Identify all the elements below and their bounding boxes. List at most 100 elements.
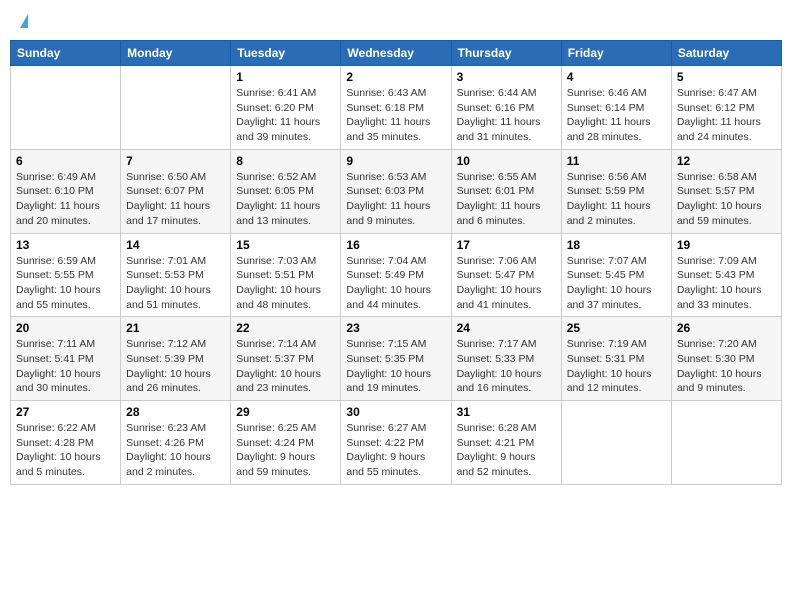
calendar-week-row: 27 Sunrise: 6:22 AM Sunset: 4:28 PM Dayli…: [11, 401, 782, 485]
calendar-cell: [121, 66, 231, 150]
calendar-cell: 26Sunrise: 7:20 AM Sunset: 5:30 PM Dayli…: [671, 317, 781, 401]
day-info: Sunrise: 6:25 AM Sunset: 4:24 PM Dayligh…: [236, 421, 335, 480]
day-number: 3: [457, 70, 556, 84]
day-number: 31: [457, 405, 556, 419]
day-info: Sunrise: 6:44 AM Sunset: 6:16 PM Dayligh…: [457, 86, 556, 145]
calendar-cell: 28 Sunrise: 6:23 AM Sunset: 4:26 PM Dayli…: [121, 401, 231, 485]
day-number: 27: [16, 405, 115, 419]
day-number: 29: [236, 405, 335, 419]
calendar-cell: 23 Sunrise: 7:15 AM Sunset: 5:35 PM Dayli…: [341, 317, 451, 401]
calendar-cell: 5 Sunrise: 6:47 AM Sunset: 6:12 PM Daylig…: [671, 66, 781, 150]
page-header: [10, 10, 782, 32]
day-info: Sunrise: 6:58 AM Sunset: 5:57 PM Dayligh…: [677, 170, 776, 229]
day-info: Sunrise: 6:50 AM Sunset: 6:07 PM Dayligh…: [126, 170, 225, 229]
day-info: Sunrise: 7:07 AM Sunset: 5:45 PM Dayligh…: [567, 254, 666, 313]
day-info: Sunrise: 6:22 AM Sunset: 4:28 PM Dayligh…: [16, 421, 115, 480]
day-number: 24: [457, 321, 556, 335]
day-info: Sunrise: 7:06 AM Sunset: 5:47 PM Dayligh…: [457, 254, 556, 313]
weekday-header: Saturday: [671, 41, 781, 66]
calendar-cell: 24 Sunrise: 7:17 AM Sunset: 5:33 PM Dayli…: [451, 317, 561, 401]
calendar-cell: 25 Sunrise: 7:19 AM Sunset: 5:31 PM Dayli…: [561, 317, 671, 401]
day-info: Sunrise: 7:15 AM Sunset: 5:35 PM Dayligh…: [346, 337, 445, 396]
day-number: 21: [126, 321, 225, 335]
day-info: Sunrise: 7:03 AM Sunset: 5:51 PM Dayligh…: [236, 254, 335, 313]
day-number: 28: [126, 405, 225, 419]
logo-icon: [20, 14, 28, 28]
calendar-week-row: 20 Sunrise: 7:11 AM Sunset: 5:41 PM Dayli…: [11, 317, 782, 401]
calendar-cell: 4 Sunrise: 6:46 AM Sunset: 6:14 PM Daylig…: [561, 66, 671, 150]
day-number: 8: [236, 154, 335, 168]
day-number: 13: [16, 238, 115, 252]
day-number: 16: [346, 238, 445, 252]
day-info: Sunrise: 6:41 AM Sunset: 6:20 PM Dayligh…: [236, 86, 335, 145]
day-number: 5: [677, 70, 776, 84]
calendar-cell: 19 Sunrise: 7:09 AM Sunset: 5:43 PM Dayli…: [671, 233, 781, 317]
day-number: 23: [346, 321, 445, 335]
calendar-week-row: 13 Sunrise: 6:59 AM Sunset: 5:55 PM Dayli…: [11, 233, 782, 317]
calendar-cell: 2 Sunrise: 6:43 AM Sunset: 6:18 PM Daylig…: [341, 66, 451, 150]
day-info: Sunrise: 6:46 AM Sunset: 6:14 PM Dayligh…: [567, 86, 666, 145]
day-number: 9: [346, 154, 445, 168]
day-info: Sunrise: 6:23 AM Sunset: 4:26 PM Dayligh…: [126, 421, 225, 480]
calendar-cell: 15Sunrise: 7:03 AM Sunset: 5:51 PM Dayli…: [231, 233, 341, 317]
calendar-cell: 10 Sunrise: 6:55 AM Sunset: 6:01 PM Dayli…: [451, 149, 561, 233]
calendar-cell: 27 Sunrise: 6:22 AM Sunset: 4:28 PM Dayli…: [11, 401, 121, 485]
calendar-cell: 16 Sunrise: 7:04 AM Sunset: 5:49 PM Dayli…: [341, 233, 451, 317]
day-info: Sunrise: 7:17 AM Sunset: 5:33 PM Dayligh…: [457, 337, 556, 396]
day-number: 6: [16, 154, 115, 168]
day-info: Sunrise: 7:19 AM Sunset: 5:31 PM Dayligh…: [567, 337, 666, 396]
calendar-header-row: SundayMondayTuesdayWednesdayThursdayFrid…: [11, 41, 782, 66]
day-number: 4: [567, 70, 666, 84]
day-info: Sunrise: 7:04 AM Sunset: 5:49 PM Dayligh…: [346, 254, 445, 313]
day-info: Sunrise: 7:12 AM Sunset: 5:39 PM Dayligh…: [126, 337, 225, 396]
calendar-cell: 17Sunrise: 7:06 AM Sunset: 5:47 PM Dayli…: [451, 233, 561, 317]
weekday-header: Friday: [561, 41, 671, 66]
calendar-cell: [561, 401, 671, 485]
calendar-cell: 11Sunrise: 6:56 AM Sunset: 5:59 PM Dayli…: [561, 149, 671, 233]
day-info: Sunrise: 6:47 AM Sunset: 6:12 PM Dayligh…: [677, 86, 776, 145]
weekday-header: Sunday: [11, 41, 121, 66]
day-info: Sunrise: 6:53 AM Sunset: 6:03 PM Dayligh…: [346, 170, 445, 229]
calendar-table: SundayMondayTuesdayWednesdayThursdayFrid…: [10, 40, 782, 485]
calendar-cell: 31 Sunrise: 6:28 AM Sunset: 4:21 PM Dayli…: [451, 401, 561, 485]
calendar-cell: 1Sunrise: 6:41 AM Sunset: 6:20 PM Daylig…: [231, 66, 341, 150]
day-info: Sunrise: 7:09 AM Sunset: 5:43 PM Dayligh…: [677, 254, 776, 313]
calendar-cell: 29 Sunrise: 6:25 AM Sunset: 4:24 PM Dayli…: [231, 401, 341, 485]
calendar-cell: 8Sunrise: 6:52 AM Sunset: 6:05 PM Daylig…: [231, 149, 341, 233]
day-info: Sunrise: 6:59 AM Sunset: 5:55 PM Dayligh…: [16, 254, 115, 313]
calendar-cell: 13 Sunrise: 6:59 AM Sunset: 5:55 PM Dayli…: [11, 233, 121, 317]
calendar-cell: 18Sunrise: 7:07 AM Sunset: 5:45 PM Dayli…: [561, 233, 671, 317]
day-number: 25: [567, 321, 666, 335]
calendar-cell: [11, 66, 121, 150]
day-number: 26: [677, 321, 776, 335]
day-number: 11: [567, 154, 666, 168]
weekday-header: Tuesday: [231, 41, 341, 66]
weekday-header: Monday: [121, 41, 231, 66]
calendar-week-row: 1Sunrise: 6:41 AM Sunset: 6:20 PM Daylig…: [11, 66, 782, 150]
day-number: 30: [346, 405, 445, 419]
calendar-cell: 22Sunrise: 7:14 AM Sunset: 5:37 PM Dayli…: [231, 317, 341, 401]
day-info: Sunrise: 7:01 AM Sunset: 5:53 PM Dayligh…: [126, 254, 225, 313]
calendar-cell: 7 Sunrise: 6:50 AM Sunset: 6:07 PM Daylig…: [121, 149, 231, 233]
day-info: Sunrise: 6:49 AM Sunset: 6:10 PM Dayligh…: [16, 170, 115, 229]
day-info: Sunrise: 6:43 AM Sunset: 6:18 PM Dayligh…: [346, 86, 445, 145]
day-number: 12: [677, 154, 776, 168]
day-number: 2: [346, 70, 445, 84]
calendar-cell: 14 Sunrise: 7:01 AM Sunset: 5:53 PM Dayli…: [121, 233, 231, 317]
calendar-cell: 21 Sunrise: 7:12 AM Sunset: 5:39 PM Dayli…: [121, 317, 231, 401]
day-info: Sunrise: 6:55 AM Sunset: 6:01 PM Dayligh…: [457, 170, 556, 229]
calendar-cell: 3 Sunrise: 6:44 AM Sunset: 6:16 PM Daylig…: [451, 66, 561, 150]
day-info: Sunrise: 6:27 AM Sunset: 4:22 PM Dayligh…: [346, 421, 445, 480]
day-number: 10: [457, 154, 556, 168]
day-number: 7: [126, 154, 225, 168]
day-info: Sunrise: 7:11 AM Sunset: 5:41 PM Dayligh…: [16, 337, 115, 396]
calendar-cell: [671, 401, 781, 485]
day-number: 14: [126, 238, 225, 252]
calendar-cell: 20 Sunrise: 7:11 AM Sunset: 5:41 PM Dayli…: [11, 317, 121, 401]
weekday-header: Wednesday: [341, 41, 451, 66]
calendar-cell: 12 Sunrise: 6:58 AM Sunset: 5:57 PM Dayli…: [671, 149, 781, 233]
day-info: Sunrise: 6:28 AM Sunset: 4:21 PM Dayligh…: [457, 421, 556, 480]
day-number: 19: [677, 238, 776, 252]
day-number: 20: [16, 321, 115, 335]
calendar-week-row: 6 Sunrise: 6:49 AM Sunset: 6:10 PM Daylig…: [11, 149, 782, 233]
